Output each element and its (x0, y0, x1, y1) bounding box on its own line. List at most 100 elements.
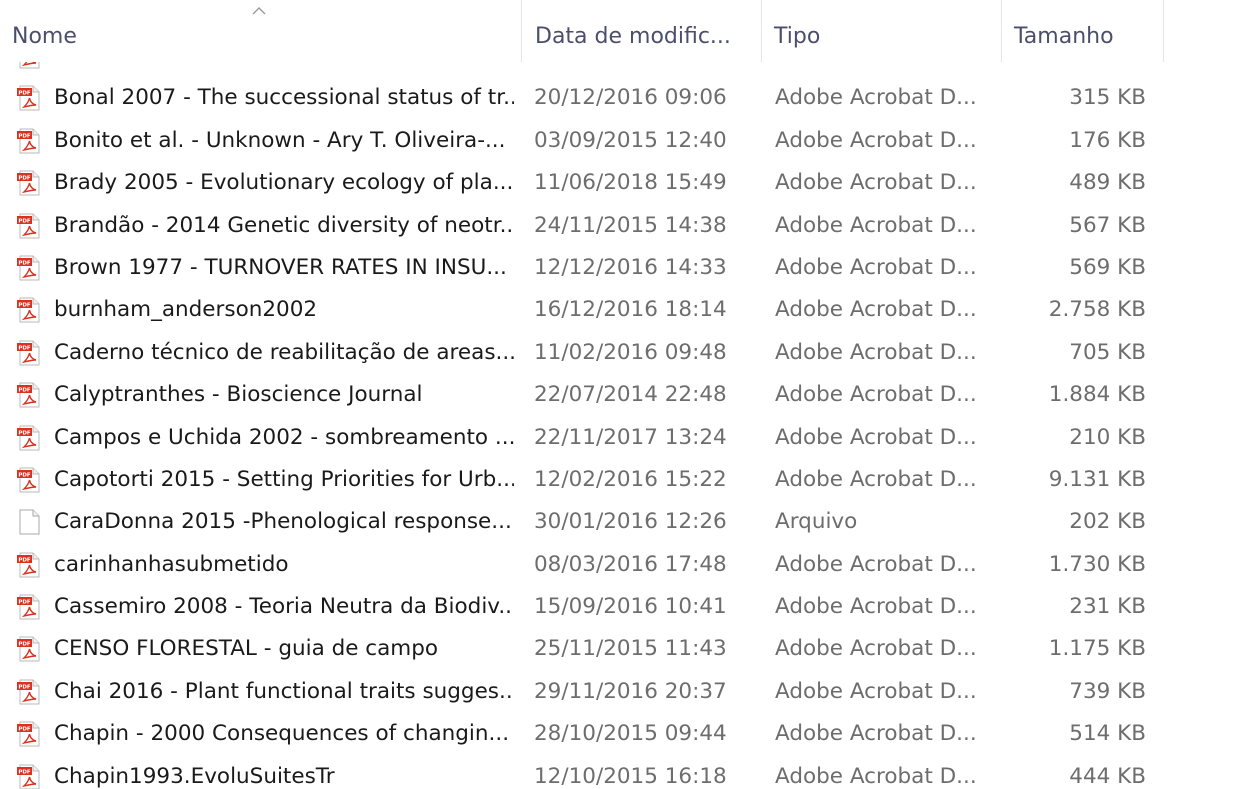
file-name: Chapin1993.EvoluSuitesTr (54, 763, 335, 789)
pdf-file-icon: PDF (17, 679, 40, 705)
svg-text:PDF: PDF (18, 557, 31, 563)
pdf-file-icon: PDF (17, 297, 40, 323)
file-type: Adobe Acrobat D... (775, 382, 977, 408)
file-size: 739 KB (1069, 678, 1146, 704)
file-size: 2.758 KB (1048, 297, 1146, 323)
file-row[interactable]: CaraDonna 2015 -Phenological response...… (0, 501, 1239, 543)
file-name: Bonito et al. - Unknown - Ary T. Oliveir… (54, 127, 506, 153)
svg-text:PDF: PDF (18, 684, 31, 690)
file-date-modified: 16/12/2016 18:14 (534, 297, 727, 323)
file-name: Caderno técnico de reabilitação de areas… (54, 339, 514, 365)
file-date-modified: 15/09/2016 10:41 (534, 594, 727, 620)
file-date-modified: 11/06/2018 15:49 (534, 170, 727, 196)
file-row[interactable]: PDF Calyptranthes - Bioscience Journal 22… (0, 374, 1239, 416)
file-date-modified: 20/12/2016 09:06 (534, 85, 727, 111)
file-date-modified: 22/07/2014 22:48 (534, 382, 727, 408)
file-date-modified: 29/11/2016 20:37 (534, 678, 727, 704)
pdf-file-icon: PDF (17, 552, 40, 578)
file-type: Adobe Acrobat D... (775, 721, 977, 747)
file-type: Adobe Acrobat D... (775, 212, 977, 238)
svg-text:PDF: PDF (18, 176, 31, 182)
file-name: burnham_anderson2002 (54, 297, 318, 323)
file-row[interactable]: PDF Campos e Uchida 2002 - sombreamento … (0, 417, 1239, 459)
svg-text:PDF: PDF (18, 769, 31, 775)
file-size: 202 KB (1069, 509, 1146, 535)
file-size: 1.884 KB (1048, 382, 1146, 408)
file-size: 210 KB (1069, 424, 1146, 450)
file-name: Brady 2005 - Evolutionary ecology of pla… (54, 170, 514, 196)
file-date-modified: 11/02/2016 09:48 (534, 339, 727, 365)
file-row[interactable]: PDF Brady 2005 - Evolutionary ecology of… (0, 162, 1239, 204)
svg-text:PDF: PDF (18, 600, 31, 606)
file-row[interactable]: PDF carinhanhasubmetido 08/03/2016 17:48 A… (0, 544, 1239, 586)
pdf-file-icon: PDF (17, 764, 40, 789)
svg-text:PDF: PDF (18, 642, 31, 648)
file-name: Chai 2016 - Plant functional traits sugg… (54, 678, 514, 704)
svg-text:PDF: PDF (18, 388, 31, 394)
pdf-file-icon: PDF (17, 636, 40, 662)
file-row[interactable]: PDF Bonal 2007 - The successional status… (0, 77, 1239, 119)
file-row[interactable]: PDF Capotorti 2015 - Setting Priorities … (0, 459, 1239, 501)
column-header-type[interactable]: Tipo (762, 0, 1002, 62)
file-date-modified: 24/11/2015 14:38 (534, 212, 727, 238)
file-name: Cassemiro 2008 - Teoria Neutra da Biodiv… (54, 594, 514, 620)
file-date-modified: 30/01/2016 12:26 (534, 509, 727, 535)
file-row[interactable]: PDF Chapin1993.EvoluSuitesTr 12/10/2015 1… (0, 756, 1239, 789)
file-date-modified: 12/10/2015 16:18 (534, 763, 727, 789)
column-header-name-label: Nome (12, 24, 77, 49)
pdf-file-icon: PDF (17, 425, 40, 451)
file-row[interactable]: PDF Chai 2016 - Plant functional traits … (0, 671, 1239, 713)
file-type: Adobe Acrobat D... (775, 254, 977, 280)
pdf-file-icon: PDF (17, 594, 40, 620)
svg-text:PDF: PDF (18, 430, 31, 436)
file-name: Calyptranthes - Bioscience Journal (54, 382, 423, 408)
column-header-bar: Nome Data de modific... Tipo Tamanho (0, 0, 1239, 62)
svg-text:PDF: PDF (18, 303, 31, 309)
file-row[interactable]: PDF Brown 1977 - TURNOVER RATES IN INSU.… (0, 247, 1239, 289)
file-name: Brandão - 2014 Genetic diversity of neot… (54, 212, 514, 238)
file-type: Adobe Acrobat D... (775, 297, 977, 323)
file-date-modified: 28/10/2015 09:44 (534, 721, 727, 747)
svg-text:PDF: PDF (18, 133, 31, 139)
pdf-file-icon: PDF (17, 255, 40, 281)
file-size: 567 KB (1069, 212, 1146, 238)
file-size: 231 KB (1069, 594, 1146, 620)
pdf-file-icon: PDF (17, 467, 40, 493)
column-header-size-label: Tamanho (1014, 24, 1114, 49)
file-size: 569 KB (1069, 254, 1146, 280)
svg-text:PDF: PDF (18, 727, 31, 733)
file-type: Adobe Acrobat D... (775, 170, 977, 196)
file-size: 1.730 KB (1048, 551, 1146, 577)
svg-text:PDF: PDF (18, 260, 31, 266)
file-type: Adobe Acrobat D... (775, 763, 977, 789)
pdf-file-icon: PDF (17, 382, 40, 408)
file-size: 176 KB (1069, 127, 1146, 153)
file-type: Adobe Acrobat D... (775, 551, 977, 577)
file-row[interactable]: PDF burnham_anderson2002 16/12/2016 18:14… (0, 289, 1239, 331)
file-name: Bonal 2007 - The successional status of … (54, 85, 514, 111)
file-type: Adobe Acrobat D... (775, 85, 977, 111)
file-row[interactable]: PDF Brandão - 2014 Genetic diversity of … (0, 205, 1239, 247)
column-header-date[interactable]: Data de modific... (522, 0, 762, 62)
file-row[interactable]: PDF Bonito et al. - Unknown - Ary T. Oli… (0, 120, 1239, 162)
file-row[interactable]: PDF Cassemiro 2008 - Teoria Neutra da Bi… (0, 586, 1239, 628)
file-type: Adobe Acrobat D... (775, 424, 977, 450)
file-type: Adobe Acrobat D... (775, 636, 977, 662)
file-row[interactable]: PDF CENSO FLORESTAL - guia de campo 25/11… (0, 628, 1239, 670)
file-type: Adobe Acrobat D... (775, 594, 977, 620)
svg-text:PDF: PDF (18, 91, 31, 97)
file-row[interactable]: PDF Chapin - 2000 Consequences of changi… (0, 713, 1239, 755)
file-date-modified: 12/02/2016 15:22 (534, 466, 727, 492)
column-header-size[interactable]: Tamanho (1002, 0, 1164, 62)
file-type: Adobe Acrobat D... (775, 466, 977, 492)
file-name: CENSO FLORESTAL - guia de campo (54, 636, 439, 662)
file-name: CaraDonna 2015 -Phenological response... (54, 509, 512, 535)
file-size: 9.131 KB (1048, 466, 1146, 492)
column-header-name[interactable]: Nome (0, 0, 522, 62)
file-size: 514 KB (1069, 721, 1146, 747)
pdf-file-icon: PDF (17, 721, 40, 747)
file-row[interactable]: PDF Caderno técnico de reabilitação de a… (0, 332, 1239, 374)
sort-ascending-icon[interactable] (252, 6, 266, 16)
file-list: PDF PDF Bonal 2007 - The successional st… (0, 35, 1239, 789)
column-header-type-label: Tipo (774, 24, 821, 49)
